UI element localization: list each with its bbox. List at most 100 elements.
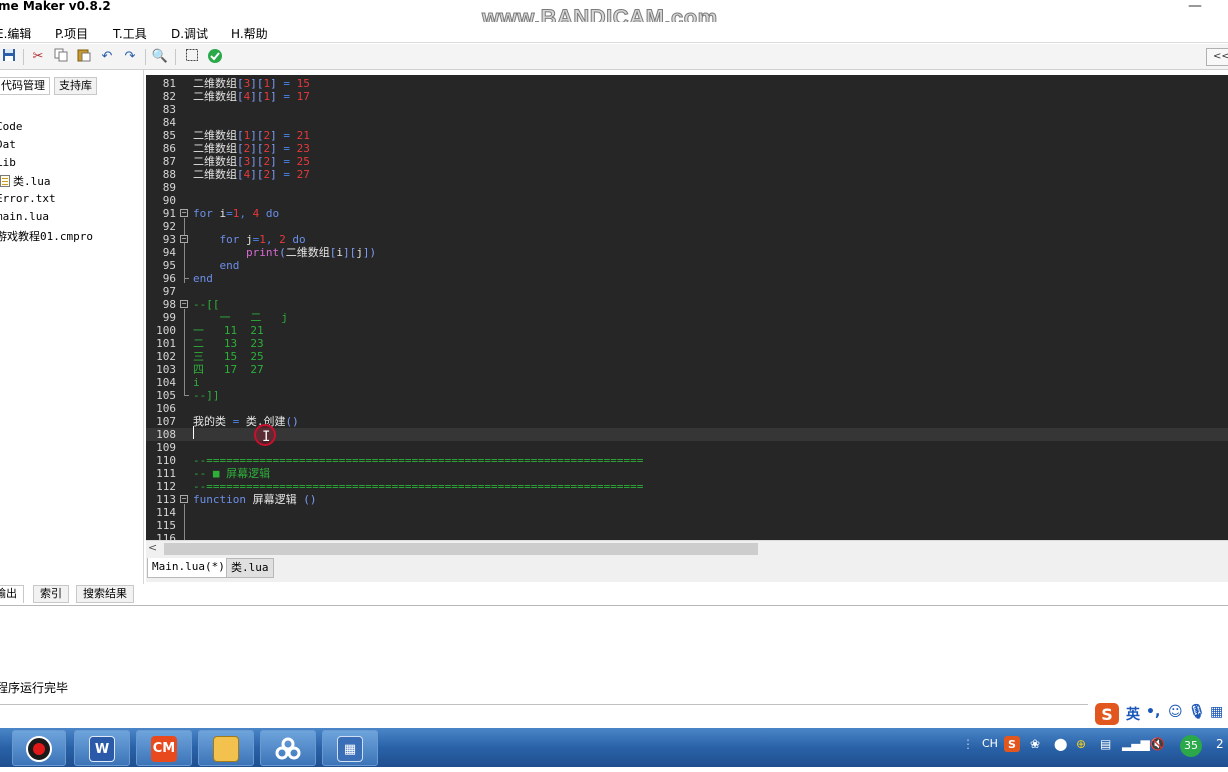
code-line[interactable]: 105 --]] <box>146 389 1228 402</box>
code-line[interactable]: 111 -- ■ 屏幕逻辑 <box>146 467 1228 480</box>
code-text: 二维数组[1][2] = 21 <box>193 129 310 142</box>
tray-badge[interactable]: 35 <box>1180 735 1202 757</box>
tray-plus-icon[interactable]: ⊕ <box>1076 737 1086 751</box>
code-line[interactable]: 89 <box>146 181 1228 194</box>
scroll-left-arrow-icon[interactable]: < <box>148 541 157 554</box>
editor-horizontal-scrollbar[interactable]: < <box>146 540 1228 556</box>
cut-icon[interactable]: ✂ <box>29 48 47 66</box>
undo-icon[interactable]: ↶ <box>98 48 116 66</box>
code-line[interactable]: 112 --===================================… <box>146 480 1228 493</box>
code-line[interactable]: 95 end <box>146 259 1228 272</box>
tray-cloud-icon[interactable]: ❀ <box>1030 737 1040 751</box>
code-line[interactable]: 97 <box>146 285 1228 298</box>
minimize-button[interactable]: — <box>1188 0 1202 14</box>
tree-file-project[interactable]: 游戏教程01.cmpro <box>0 228 93 244</box>
ime-language[interactable]: 英 <box>1126 704 1140 724</box>
tray-volume-muted-icon[interactable]: 🔇 <box>1150 737 1165 751</box>
code-line[interactable]: 87 二维数组[3][2] = 25 <box>146 155 1228 168</box>
menu-help[interactable]: H.帮助 <box>231 25 268 42</box>
tab-output[interactable]: 输出 <box>0 585 24 603</box>
tree-folder-code[interactable]: Code <box>0 120 23 133</box>
fold-toggle-icon[interactable]: − <box>180 209 188 217</box>
code-line[interactable]: 103 四 17 27 <box>146 363 1228 376</box>
tray-device-icon[interactable]: ▤ <box>1100 737 1111 751</box>
ime-punctuation-icon[interactable]: •, <box>1146 704 1160 720</box>
code-line[interactable]: 114 <box>146 506 1228 519</box>
save-icon[interactable] <box>0 48 18 66</box>
code-line[interactable]: 83 <box>146 103 1228 116</box>
menu-project[interactable]: P.项目 <box>55 25 88 42</box>
tree-file-main[interactable]: main.lua <box>0 210 49 223</box>
menu-edit[interactable]: E.编辑 <box>0 25 31 42</box>
taskbar-cm[interactable]: CM <box>136 730 192 766</box>
code-line[interactable]: 90 <box>146 194 1228 207</box>
code-line[interactable]: 108 <box>146 428 1228 441</box>
code-text: --]] <box>193 389 220 402</box>
fold-toggle-icon[interactable]: − <box>180 300 188 308</box>
taskbar-explorer[interactable] <box>198 730 254 766</box>
taskbar-bandicam[interactable] <box>12 730 66 766</box>
code-line[interactable]: 98− --[[ <box>146 298 1228 311</box>
code-line[interactable]: 116 <box>146 532 1228 540</box>
tray-network-icon[interactable]: ▂▄▆ <box>1122 737 1150 751</box>
select-icon[interactable] <box>183 48 201 66</box>
tray-record-icon[interactable]: ⬤ <box>1054 737 1067 751</box>
code-line[interactable]: 92 <box>146 220 1228 233</box>
line-number: 110 <box>156 454 176 467</box>
tree-folder-dat[interactable]: Dat <box>0 138 16 151</box>
code-line[interactable]: 113− function 屏幕逻辑 () <box>146 493 1228 506</box>
code-line[interactable]: 107 我的类 = 类.创建() <box>146 415 1228 428</box>
code-line[interactable]: 106 <box>146 402 1228 415</box>
check-icon[interactable] <box>206 48 224 66</box>
code-line[interactable]: 102 三 15 25 <box>146 350 1228 363</box>
copy-icon[interactable] <box>52 48 70 66</box>
code-line[interactable]: 96 end <box>146 272 1228 285</box>
taskbar-word[interactable]: W <box>74 730 130 766</box>
tab-support-library[interactable]: 支持库 <box>54 77 97 95</box>
code-line[interactable]: 104 i <box>146 376 1228 389</box>
taskbar-cloud[interactable] <box>260 730 316 766</box>
tray-clock[interactable]: 2 <box>1216 737 1224 751</box>
ime-voice-icon[interactable]: 🎙 <box>1188 704 1206 720</box>
code-line[interactable]: 110 --===================================… <box>146 454 1228 467</box>
menu-tools[interactable]: T.工具 <box>113 25 147 42</box>
fold-toggle-icon[interactable]: − <box>180 235 188 243</box>
code-line[interactable]: 100 一 11 21 <box>146 324 1228 337</box>
tray-sogou-icon[interactable]: S <box>1004 736 1020 755</box>
tab-search-results[interactable]: 搜索结果 <box>76 585 134 603</box>
code-line[interactable]: 115 <box>146 519 1228 532</box>
code-line[interactable]: 85 二维数组[1][2] = 21 <box>146 129 1228 142</box>
app-title: me Maker v0.8.2 <box>0 0 111 13</box>
ime-emoji-icon[interactable]: ☺ <box>1168 704 1183 720</box>
tab-index[interactable]: 索引 <box>33 585 69 603</box>
taskbar-video[interactable]: ▦ <box>322 730 378 766</box>
tab-code-manager[interactable]: 代码管理 <box>0 77 50 95</box>
doc-tab-main-lua[interactable]: Main.lua(*) <box>147 558 230 578</box>
fold-toggle-icon[interactable]: − <box>180 495 188 503</box>
redo-icon[interactable]: ↷ <box>121 48 139 66</box>
code-line[interactable]: 84 <box>146 116 1228 129</box>
panel-collapse-button[interactable]: << <box>1206 48 1228 66</box>
search-icon[interactable]: 🔍 <box>151 48 169 66</box>
tree-file-error[interactable]: Error.txt <box>0 192 56 205</box>
paste-icon[interactable] <box>75 48 93 66</box>
doc-tab-class-lua[interactable]: 类.lua <box>226 558 274 578</box>
tray-language[interactable]: CH <box>982 737 998 750</box>
code-editor[interactable]: 81 二维数组[3][1] = 15 82 二维数组[4][1] = 17 83 84 85… <box>146 75 1228 540</box>
menu-debug[interactable]: D.调试 <box>171 25 208 42</box>
scrollbar-thumb[interactable] <box>164 543 758 555</box>
code-line[interactable]: 81 二维数组[3][1] = 15 <box>146 77 1228 90</box>
tree-folder-lib[interactable]: Lib <box>0 156 16 169</box>
sogou-ime-icon[interactable]: S <box>1094 702 1120 730</box>
tree-file-class-lua[interactable]: 类.lua <box>0 173 51 189</box>
code-line[interactable]: 91− for i=1, 4 do <box>146 207 1228 220</box>
code-line[interactable]: 101 二 13 23 <box>146 337 1228 350</box>
code-line[interactable]: 93− for j=1, 2 do <box>146 233 1228 246</box>
ime-keyboard-icon[interactable]: ▦ <box>1210 704 1223 720</box>
code-line[interactable]: 94 print(二维数组[i][j]) <box>146 246 1228 259</box>
code-line[interactable]: 99 一 二 j <box>146 311 1228 324</box>
code-line[interactable]: 88 二维数组[4][2] = 27 <box>146 168 1228 181</box>
code-line[interactable]: 109 <box>146 441 1228 454</box>
code-line[interactable]: 82 二维数组[4][1] = 17 <box>146 90 1228 103</box>
code-line[interactable]: 86 二维数组[2][2] = 23 <box>146 142 1228 155</box>
